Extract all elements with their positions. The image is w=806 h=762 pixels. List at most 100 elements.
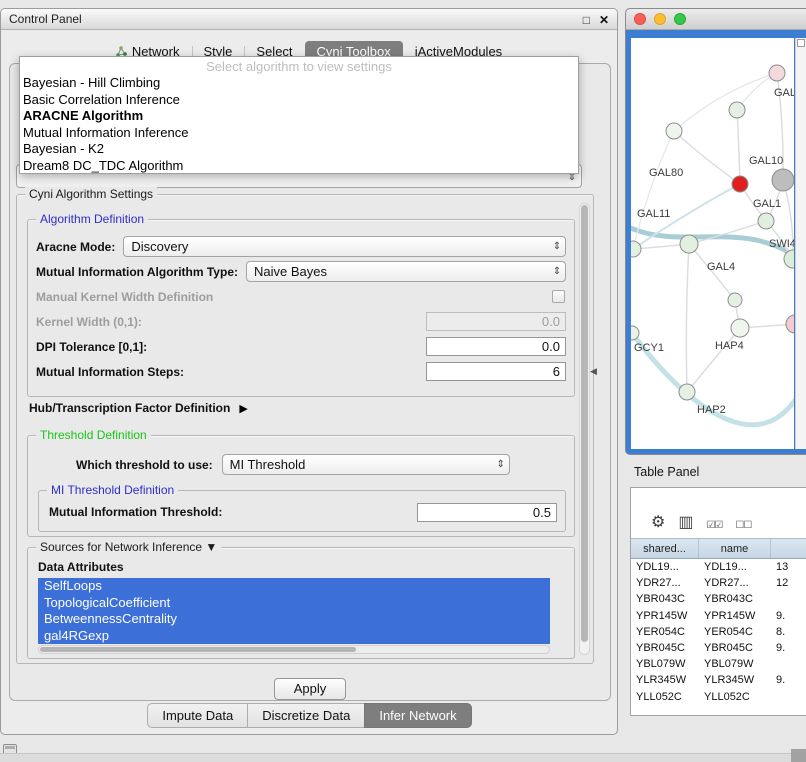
mi-type-combo[interactable]: Naive Bayes ⇕ — [246, 261, 566, 282]
table-row[interactable]: YBR045CYBR045C9. — [631, 640, 806, 656]
mi-threshold-group: MI Threshold Definition Mutual Informati… — [38, 490, 566, 532]
list-hscrollbar[interactable] — [38, 645, 550, 654]
mi-threshold-input[interactable] — [417, 503, 557, 522]
table-row[interactable]: YBL079WYBL079W — [631, 656, 806, 672]
network-node[interactable] — [679, 384, 695, 400]
minimize-button[interactable] — [654, 13, 666, 25]
table-row[interactable]: YER054CYER054C8. — [631, 624, 806, 640]
network-titlebar — [626, 9, 806, 30]
manual-kernel-checkbox[interactable] — [552, 290, 565, 303]
dpi-tolerance-input[interactable] — [426, 337, 566, 356]
network-node[interactable] — [680, 235, 698, 253]
popup-item[interactable]: Bayesian - Hill Climbing — [20, 75, 578, 92]
network-view-window: GAL80GALGAL10GAL11GAL1SWI4GAL4GCY1HAP4YH… — [625, 8, 806, 455]
panel-collapse-arrow[interactable]: ◀ — [590, 366, 597, 377]
network-node-label: GCY1 — [634, 342, 664, 354]
resize-grip — [791, 749, 806, 762]
column-header-extra[interactable] — [771, 539, 806, 558]
threshold-definition-group: Threshold Definition Which threshold to … — [27, 435, 575, 537]
algorithm-dropdown-list: Select algorithm to view settings Bayesi… — [19, 56, 579, 174]
network-node[interactable] — [728, 293, 742, 307]
network-scrollbar[interactable] — [795, 38, 806, 449]
hub-definition-label: Hub/Transcription Factor Definition — [29, 401, 230, 415]
scrollbar-thumb[interactable] — [40, 647, 356, 652]
network-node[interactable] — [758, 213, 774, 229]
tab-infer-network[interactable]: Infer Network — [364, 703, 471, 728]
network-node-label: GAL80 — [649, 167, 683, 179]
column-header-shared-name[interactable]: shared... — [631, 539, 699, 558]
columns-icon[interactable]: ▥ — [678, 515, 693, 531]
list-item[interactable]: gal4RGexp — [38, 628, 550, 645]
zoom-button[interactable] — [674, 13, 686, 25]
network-node-label: GAL10 — [749, 155, 783, 167]
aracne-mode-combo[interactable]: Discovery ⇕ — [123, 236, 566, 257]
kernel-width-input — [426, 312, 566, 331]
sources-toggle[interactable]: Sources for Network Inference ▼ — [36, 540, 221, 554]
popup-item[interactable]: Basic Correlation Inference — [20, 92, 578, 109]
algorithm-definition-rows: Aracne Mode: Discovery ⇕ Mutual Informat… — [28, 220, 574, 384]
close-icon[interactable]: ✕ — [599, 14, 609, 26]
apply-button[interactable]: Apply — [274, 678, 346, 700]
table-row[interactable]: YPR145WYPR145W9. — [631, 608, 806, 624]
scrollbar-box[interactable] — [797, 39, 805, 47]
table-toolbar: ⚙ ▥ ☑☑ ☐☐ — [631, 488, 806, 538]
which-threshold-combo[interactable]: MI Threshold ⇕ — [222, 454, 510, 475]
popup-item[interactable]: Mutual Information Inference — [20, 125, 578, 142]
network-node[interactable] — [732, 176, 748, 192]
hub-definition-toggle[interactable]: Hub/Transcription Factor Definition ▶ — [29, 401, 248, 415]
mi-type-label: Mutual Information Algorithm Type: — [36, 265, 238, 279]
screen: Control Panel □ ✕ Network Style Select C… — [0, 0, 806, 762]
triangle-down-icon: ▼ — [205, 540, 217, 554]
popup-item-selected[interactable]: ARACNE Algorithm — [20, 108, 578, 125]
tab-impute-data[interactable]: Impute Data — [147, 703, 248, 728]
list-item[interactable]: TopologicalCoefficient — [38, 595, 550, 612]
list-item[interactable]: SelfLoops — [38, 578, 550, 595]
combo-value: Discovery — [131, 239, 549, 254]
column-header-name[interactable]: name — [699, 539, 771, 558]
combo-arrows-icon: ⇕ — [493, 459, 509, 470]
close-button[interactable] — [634, 13, 646, 25]
deselect-all-icon[interactable]: ☐☐ — [735, 521, 751, 531]
manual-kernel-label: Manual Kernel Width Definition — [36, 290, 213, 304]
network-node-label: HAP4 — [715, 340, 744, 352]
network-edge[interactable] — [687, 328, 740, 392]
float-window-icon[interactable]: □ — [583, 14, 590, 26]
network-canvas[interactable]: GAL80GALGAL10GAL11GAL1SWI4GAL4GCY1HAP4YH… — [631, 38, 794, 449]
network-node[interactable] — [731, 319, 749, 337]
group-title: MI Threshold Definition — [47, 483, 178, 497]
table-panel-window: ⚙ ▥ ☑☑ ☐☐ shared... name YDL19...YDL19..… — [630, 487, 806, 716]
table-row[interactable]: YLR345WYLR345W9. — [631, 672, 806, 688]
kernel-width-row: Kernel Width (0,1): — [34, 309, 568, 334]
combo-value: Naive Bayes — [254, 264, 549, 279]
table-row[interactable]: YDR27...YDR27...12 — [631, 575, 806, 591]
network-node[interactable] — [772, 169, 794, 191]
mi-steps-input[interactable] — [426, 362, 566, 381]
network-edge[interactable] — [686, 244, 689, 392]
select-all-icon[interactable]: ☑☑ — [706, 521, 722, 531]
network-node[interactable] — [631, 241, 641, 257]
network-node[interactable] — [666, 123, 682, 139]
network-node[interactable] — [769, 65, 785, 81]
network-edge[interactable] — [674, 73, 777, 131]
popup-item[interactable]: Dream8 DC_TDC Algorithm — [20, 158, 578, 175]
table-row[interactable]: YBR043CYBR043C — [631, 591, 806, 607]
control-panel-window: Control Panel □ ✕ Network Style Select C… — [0, 8, 618, 735]
sources-title: Sources for Network Inference — [40, 540, 202, 554]
gear-icon[interactable]: ⚙ — [651, 515, 665, 531]
table-row[interactable]: YLL052CYLL052C — [631, 689, 806, 705]
network-node-label: GAL4 — [707, 261, 735, 273]
mi-threshold-row: Mutual Information Threshold: — [39, 491, 565, 531]
popup-item[interactable]: Bayesian - K2 — [20, 141, 578, 158]
settings-scrollbar[interactable] — [579, 203, 590, 655]
scrollbar-thumb[interactable] — [581, 205, 588, 642]
tab-discretize-data[interactable]: Discretize Data — [247, 703, 365, 728]
table-rows: YDL19...YDL19...13 YDR27...YDR27...12 YB… — [631, 559, 806, 705]
network-frame: GAL80GALGAL10GAL11GAL1SWI4GAL4GCY1HAP4YH… — [626, 30, 806, 454]
network-edge[interactable] — [674, 131, 740, 184]
list-item[interactable]: BetweennessCentrality — [38, 611, 550, 628]
table-row[interactable]: YDL19...YDL19...13 — [631, 559, 806, 575]
network-node[interactable] — [786, 315, 794, 333]
network-edge[interactable] — [737, 110, 740, 184]
network-node[interactable] — [729, 102, 745, 118]
network-node-label: GAL11 — [637, 208, 670, 220]
